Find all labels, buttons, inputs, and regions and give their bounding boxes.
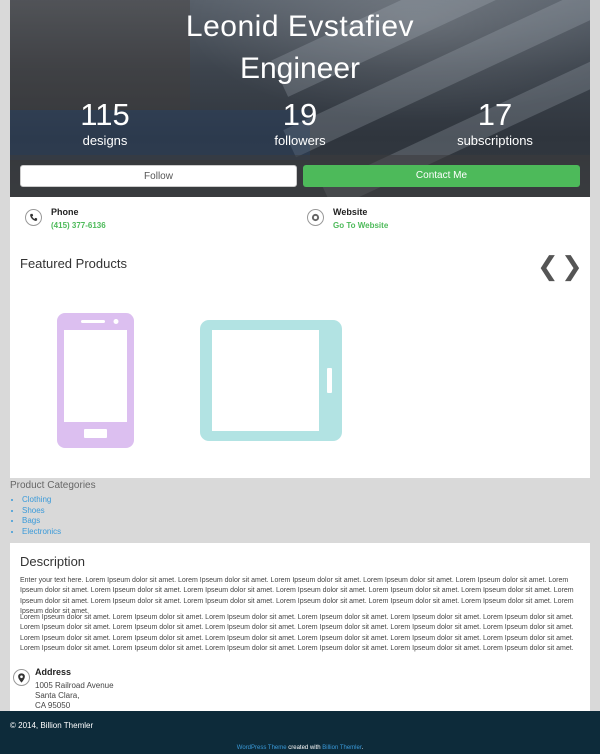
stat-designs: 115 designs (25, 98, 185, 150)
categories-list: Clothing Shoes Bags Electronics (12, 495, 61, 537)
credit-end: . (361, 745, 364, 751)
category-electronics[interactable]: Electronics (22, 527, 61, 538)
wordpress-theme-link[interactable]: WordPress Theme (237, 745, 287, 751)
contact-me-button[interactable]: Contact Me (303, 165, 580, 187)
tablet-icon (200, 320, 342, 441)
stat-subscriptions: 17 subscriptions (415, 98, 575, 150)
phone-value[interactable]: (415) 377-6136 (51, 221, 106, 230)
category-clothing[interactable]: Clothing (22, 495, 61, 506)
follow-button[interactable]: Follow (20, 165, 297, 187)
stat-followers: 19 followers (220, 98, 380, 150)
stat-value: 115 (80, 97, 130, 132)
globe-icon (307, 209, 324, 226)
website-title: Website (333, 207, 368, 217)
featured-products-title: Featured Products (20, 256, 127, 271)
product-categories: Product Categories Clothing Shoes Bags E… (0, 478, 600, 543)
category-bags[interactable]: Bags (22, 516, 61, 527)
carousel-next-button[interactable]: ❯ (561, 253, 583, 279)
footer-credit: WordPress Theme created with Billion The… (0, 745, 600, 751)
address-title: Address (35, 667, 72, 677)
phone-icon (25, 209, 42, 226)
stat-label: subscriptions (457, 133, 533, 148)
smartphone-icon (57, 313, 134, 448)
phone-title: Phone (51, 207, 79, 217)
billion-themler-link[interactable]: Billion Themler (322, 745, 361, 751)
product-smartphone[interactable] (57, 313, 134, 453)
footer-copyright: © 2014, Billion Themler (10, 721, 94, 730)
credit-text: created with (286, 745, 323, 751)
stat-label: designs (82, 133, 128, 148)
stat-value: 19 (282, 97, 318, 132)
location-pin-icon (13, 669, 30, 686)
website-block: Website Go To Website (307, 207, 567, 237)
site-footer: © 2014, Billion Themler WordPress Theme … (0, 711, 600, 754)
profile-hero: Leonid Evstafiev Engineer 115 designs 19… (10, 0, 590, 197)
categories-title: Product Categories (10, 480, 96, 491)
description-paragraph-2: Lorem Ipseum dolor sit amet. Lorem Ipseu… (20, 614, 574, 653)
address-line-1: 1005 Railroad Avenue (35, 681, 114, 690)
description-section: Description Enter your text here. Lorem … (10, 543, 590, 711)
phone-block: Phone (415) 377-6136 (25, 207, 285, 237)
stat-label: followers (274, 133, 326, 148)
description-paragraph-1: Enter your text here. Lorem Ipseum dolor… (20, 577, 574, 616)
description-title: Description (20, 554, 86, 569)
address-line-2: Santa Clara, (35, 691, 80, 700)
profile-name: Leonid Evstafiev (185, 10, 415, 43)
website-link[interactable]: Go To Website (333, 221, 388, 230)
profile-title: Engineer (239, 52, 361, 85)
product-tablet[interactable] (200, 320, 342, 446)
stat-value: 17 (477, 97, 513, 132)
address-line-3: CA 95050 (35, 701, 71, 710)
category-shoes[interactable]: Shoes (22, 506, 61, 517)
carousel-prev-button[interactable]: ❮ (537, 253, 559, 279)
